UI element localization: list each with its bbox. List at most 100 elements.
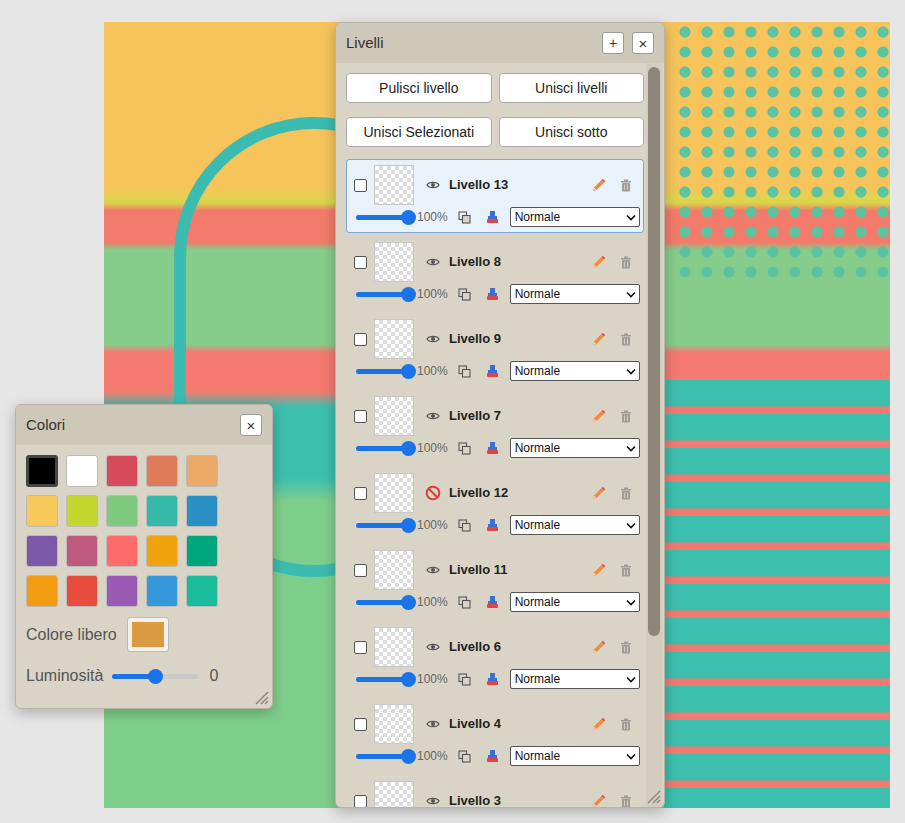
color-swatch[interactable] xyxy=(26,495,58,527)
duplicate-icon[interactable] xyxy=(458,211,471,224)
trash-icon[interactable] xyxy=(620,179,632,192)
layer-name[interactable]: Livello 13 xyxy=(449,175,590,195)
eye-icon[interactable] xyxy=(425,639,441,655)
stamp-icon[interactable] xyxy=(486,672,499,686)
color-swatch[interactable] xyxy=(66,455,98,487)
layer-checkbox[interactable] xyxy=(354,718,367,731)
layer-name[interactable]: Livello 9 xyxy=(449,329,590,349)
opacity-thumb[interactable] xyxy=(401,749,416,764)
free-color-picker[interactable] xyxy=(128,618,168,651)
trash-icon[interactable] xyxy=(620,718,632,731)
color-swatch[interactable] xyxy=(106,495,138,527)
layer-row[interactable]: Livello 6100%Normale xyxy=(346,621,644,695)
layer-checkbox[interactable] xyxy=(354,487,367,500)
layer-checkbox[interactable] xyxy=(354,179,367,192)
layer-checkbox[interactable] xyxy=(354,795,367,808)
layer-row[interactable]: Livello 13100%Normale xyxy=(346,159,644,233)
color-swatch[interactable] xyxy=(106,575,138,607)
layer-name[interactable]: Livello 8 xyxy=(449,252,590,272)
opacity-slider[interactable] xyxy=(356,292,408,297)
layer-row[interactable]: Livello 7100%Normale xyxy=(346,390,644,464)
eye-icon[interactable] xyxy=(425,177,441,193)
trash-icon[interactable] xyxy=(620,795,632,808)
color-swatch[interactable] xyxy=(146,455,178,487)
color-swatch[interactable] xyxy=(146,535,178,567)
pencil-icon[interactable] xyxy=(590,562,607,579)
color-swatch[interactable] xyxy=(26,575,58,607)
layer-row[interactable]: Livello 8100%Normale xyxy=(346,236,644,310)
stamp-icon[interactable] xyxy=(486,364,499,378)
eye-icon[interactable] xyxy=(425,793,441,807)
duplicate-icon[interactable] xyxy=(458,673,471,686)
pencil-icon[interactable] xyxy=(590,639,607,656)
layer-name[interactable]: Livello 7 xyxy=(449,406,590,426)
eye-icon[interactable] xyxy=(425,716,441,732)
opacity-thumb[interactable] xyxy=(401,595,416,610)
blend-mode-select[interactable]: Normale xyxy=(510,592,640,612)
layer-row[interactable]: Livello 4100%Normale xyxy=(346,698,644,772)
layer-thumbnail[interactable] xyxy=(374,704,414,744)
close-button[interactable]: × xyxy=(240,414,262,436)
layer-name[interactable]: Livello 12 xyxy=(449,483,590,503)
pencil-icon[interactable] xyxy=(590,254,607,271)
scrollbar[interactable] xyxy=(646,63,662,807)
eye-icon[interactable] xyxy=(425,254,441,270)
color-swatch[interactable] xyxy=(186,575,218,607)
opacity-slider[interactable] xyxy=(356,215,408,220)
trash-icon[interactable] xyxy=(620,333,632,346)
opacity-slider[interactable] xyxy=(356,446,408,451)
color-swatch[interactable] xyxy=(66,535,98,567)
layer-thumbnail[interactable] xyxy=(374,165,414,205)
layer-checkbox[interactable] xyxy=(354,641,367,654)
blend-mode-select[interactable]: Normale xyxy=(510,515,640,535)
pencil-icon[interactable] xyxy=(590,408,607,425)
panel-header[interactable]: Livelli+× xyxy=(336,23,664,63)
trash-icon[interactable] xyxy=(620,410,632,423)
layer-checkbox[interactable] xyxy=(354,256,367,269)
action-button[interactable]: Unisci Selezionati xyxy=(346,117,492,147)
duplicate-icon[interactable] xyxy=(458,750,471,763)
layer-row[interactable]: Livello 11100%Normale xyxy=(346,544,644,618)
brightness-thumb[interactable] xyxy=(148,669,163,684)
blend-mode-select[interactable]: Normale xyxy=(510,438,640,458)
color-swatch[interactable] xyxy=(106,535,138,567)
panel-header[interactable]: Colori× xyxy=(16,405,272,445)
pencil-icon[interactable] xyxy=(590,793,607,808)
blend-mode-select[interactable]: Normale xyxy=(510,284,640,304)
blend-mode-select[interactable]: Normale xyxy=(510,746,640,766)
color-swatch[interactable] xyxy=(146,495,178,527)
hidden-icon[interactable] xyxy=(425,485,441,501)
color-swatch[interactable] xyxy=(146,575,178,607)
opacity-thumb[interactable] xyxy=(401,210,416,225)
duplicate-icon[interactable] xyxy=(458,519,471,532)
stamp-icon[interactable] xyxy=(486,287,499,301)
pencil-icon[interactable] xyxy=(590,177,607,194)
pencil-icon[interactable] xyxy=(590,716,607,733)
trash-icon[interactable] xyxy=(620,564,632,577)
opacity-slider[interactable] xyxy=(356,369,408,374)
trash-icon[interactable] xyxy=(620,256,632,269)
layer-row[interactable]: Livello 12100%Normale xyxy=(346,467,644,541)
blend-mode-select[interactable]: Normale xyxy=(510,207,640,227)
duplicate-icon[interactable] xyxy=(458,442,471,455)
blend-mode-select[interactable]: Normale xyxy=(510,361,640,381)
layer-name[interactable]: Livello 3 xyxy=(449,791,590,807)
stamp-icon[interactable] xyxy=(486,749,499,763)
action-button[interactable]: Unisci sotto xyxy=(499,117,645,147)
layer-checkbox[interactable] xyxy=(354,410,367,423)
blend-mode-select[interactable]: Normale xyxy=(510,669,640,689)
resize-grip-icon[interactable] xyxy=(645,788,661,804)
opacity-thumb[interactable] xyxy=(401,287,416,302)
layer-thumbnail[interactable] xyxy=(374,242,414,282)
colors-panel[interactable]: Colori×Colore liberoLuminosità0 xyxy=(15,404,273,709)
stamp-icon[interactable] xyxy=(486,210,499,224)
eye-icon[interactable] xyxy=(425,331,441,347)
pencil-icon[interactable] xyxy=(590,485,607,502)
color-swatch[interactable] xyxy=(186,455,218,487)
opacity-thumb[interactable] xyxy=(401,672,416,687)
pencil-icon[interactable] xyxy=(590,331,607,348)
layer-name[interactable]: Livello 6 xyxy=(449,637,590,657)
duplicate-icon[interactable] xyxy=(458,288,471,301)
opacity-thumb[interactable] xyxy=(401,364,416,379)
layer-checkbox[interactable] xyxy=(354,333,367,346)
